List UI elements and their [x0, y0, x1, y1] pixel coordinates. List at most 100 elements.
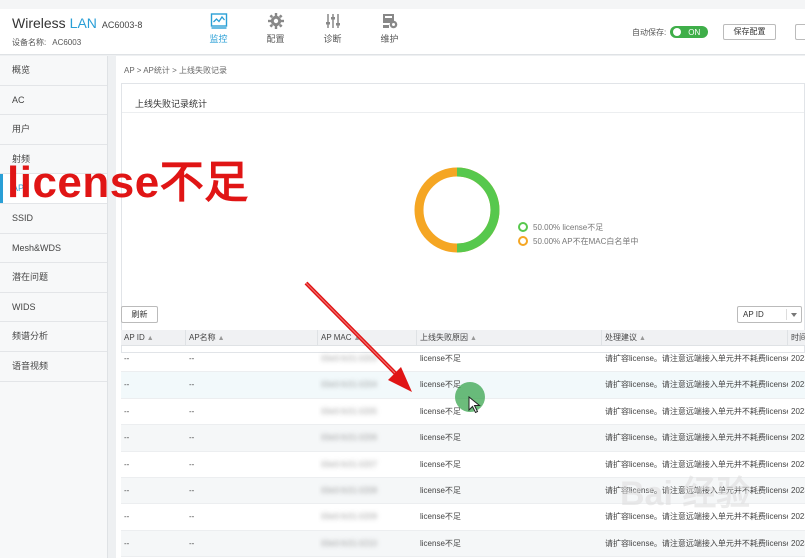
failure-records-table: AP ID ▲ AP名称 ▲ AP MAC ▲ 上线失败原因 ▲ 处理建议 ▲ 时间 --… — [121, 330, 805, 558]
legend-item-license[interactable]: 50.00% license不足 — [518, 220, 638, 234]
sidebar-item-voice-video[interactable]: 语音视频 — [0, 352, 107, 382]
nav-config[interactable]: 配置 — [247, 12, 304, 45]
sidebar-item-potential-issues[interactable]: 潜在问题 — [0, 263, 107, 293]
sidebar-item-users[interactable]: 用户 — [0, 115, 107, 145]
sort-icon: ▲ — [217, 335, 225, 342]
cell-ap-name: -- — [189, 538, 195, 548]
header-extra-button[interactable] — [795, 24, 805, 40]
model-name: AC6003-8 — [101, 20, 143, 30]
watermark: Bai 经验 — [620, 475, 751, 513]
cell-time: 2023 — [791, 538, 805, 548]
brand-lan: LAN — [69, 15, 97, 31]
nav-diagnose-label: 诊断 — [323, 34, 342, 44]
col-ap-mac[interactable]: AP MAC ▲ — [318, 330, 417, 346]
toggle-state: ON — [688, 27, 701, 37]
sidebar-item-ac[interactable]: AC — [0, 86, 107, 116]
failure-stats-panel: 上线失败记录统计 50.00% license不足 50.00% AP不在MAC… — [121, 83, 805, 353]
panel-title: 上线失败记录统计 — [135, 99, 208, 109]
cell-time: 2023 — [791, 380, 805, 390]
cell-time: 2023 — [791, 485, 805, 495]
cell-ap-mac: 00e0-fc01-0210 — [321, 538, 378, 548]
autosave-label: 自动保存: — [632, 27, 667, 37]
cell-advice: 请扩容license。请注意远端接入单元并不耗费license — [605, 354, 788, 363]
cell-advice: 请扩容license。请注意远端接入单元并不耗费license — [605, 380, 788, 390]
cell-ap-name: -- — [189, 459, 195, 469]
save-config-button[interactable]: 保存配置 — [723, 24, 776, 40]
col-ap-id[interactable]: AP ID ▲ — [121, 330, 186, 346]
select-divider — [786, 309, 787, 320]
cell-ap-mac: 00e0-fc01-0203 — [321, 354, 378, 363]
cell-fail-reason: license不足 — [420, 406, 461, 416]
table-row[interactable]: -- -- 00e0-fc01-0210 license不足 请扩容license。请注… — [121, 530, 805, 558]
breadcrumb: AP > AP统计 > 上线失败记录 — [124, 66, 227, 75]
table-row[interactable]: -- -- 00e0-fc01-0203 license不足 请扩容license。请注… — [121, 346, 805, 373]
nav-monitor[interactable]: 监控 — [190, 12, 247, 45]
maintenance-icon — [382, 14, 397, 29]
annotation-text: license不足 — [7, 158, 249, 207]
col-label: AP ID — [124, 333, 145, 342]
nav-maintain[interactable]: 维护 — [361, 12, 418, 45]
cell-time: 2023 — [791, 406, 805, 416]
chart-legend: 50.00% license不足 50.00% AP不在MAC白名单中 — [518, 220, 638, 248]
autosave-control: 自动保存: ON — [632, 26, 709, 38]
table-row[interactable]: -- -- 00e0-fc01-0206 license不足 请扩容license。请注… — [121, 425, 805, 452]
filter-select-value: AP ID — [743, 310, 764, 319]
col-advice[interactable]: 处理建议 ▲ — [602, 330, 788, 346]
col-label: 上线失败原因 — [420, 333, 468, 342]
cell-fail-reason: license不足 — [420, 538, 461, 548]
col-ap-name[interactable]: AP名称 ▲ — [186, 330, 318, 346]
table-body: -- -- 00e0-fc01-0203 license不足 请扩容license。请注… — [121, 346, 805, 558]
panel-divider — [122, 112, 804, 113]
legend-dot-green — [518, 222, 528, 232]
sort-icon: ▲ — [146, 335, 154, 342]
cell-ap-name: -- — [189, 433, 195, 443]
cell-ap-id: -- — [124, 406, 130, 416]
legend-dot-orange — [518, 236, 528, 246]
col-label: AP MAC — [321, 333, 352, 342]
chevron-down-icon — [791, 313, 797, 317]
autosave-toggle[interactable]: ON — [670, 26, 709, 38]
cell-ap-mac: 00e0-fc01-0208 — [321, 485, 378, 495]
sort-icon: ▲ — [639, 335, 646, 342]
col-label: AP名称 — [189, 333, 216, 342]
legend-item-mac-whitelist[interactable]: 50.00% AP不在MAC白名单中 — [518, 234, 638, 248]
cell-time: 2023 — [791, 433, 805, 443]
browser-top-strip — [0, 0, 805, 9]
cell-ap-id: -- — [124, 354, 130, 363]
sidebar-item-overview[interactable]: 概览 — [0, 56, 107, 86]
sidebar-item-spectrum[interactable]: 频谱分析 — [0, 322, 107, 352]
donut-chart — [414, 167, 500, 253]
cell-advice: 请扩容license。请注意远端接入单元并不耗费license — [605, 433, 788, 443]
cell-fail-reason: license不足 — [420, 354, 461, 363]
cell-advice: 请扩容license。请注意远端接入单元并不耗费license — [605, 538, 788, 548]
sidebar-item-wids[interactable]: WIDS — [0, 293, 107, 323]
cell-ap-name: -- — [189, 512, 195, 522]
legend-label: 50.00% AP不在MAC白名单中 — [533, 236, 639, 246]
cell-ap-mac: 00e0-fc01-0209 — [321, 512, 378, 522]
cell-ap-id: -- — [124, 459, 130, 469]
cell-fail-reason: license不足 — [420, 380, 461, 390]
cell-ap-mac: 00e0-fc01-0207 — [321, 459, 378, 469]
sidebar-item-mesh-wds[interactable]: Mesh&WDS — [0, 234, 107, 264]
cell-ap-id: -- — [124, 538, 130, 548]
legend-label: 50.00% license不足 — [533, 222, 604, 232]
cell-ap-mac: 00e0-fc01-0204 — [321, 380, 378, 390]
cell-ap-name: -- — [189, 485, 195, 495]
refresh-button[interactable]: 刷新 — [121, 306, 158, 323]
col-time[interactable]: 时间 — [788, 330, 805, 346]
gear-icon — [267, 13, 284, 29]
filter-select[interactable]: AP ID — [737, 306, 802, 323]
col-fail-reason[interactable]: 上线失败原因 ▲ — [417, 330, 602, 346]
monitor-icon — [210, 13, 227, 29]
main-nav: 监控 配置 诊断 维护 — [190, 12, 418, 45]
device-label: 设备名称: — [12, 38, 47, 47]
device-name: 设备名称: AC6003 — [12, 37, 81, 48]
sidebar: 概览 AC 用户 射频 AP SSID Mesh&WDS 潜在问题 WIDS 频… — [0, 56, 108, 558]
cell-advice: 请扩容license。请注意远端接入单元并不耗费license — [605, 406, 788, 416]
cell-ap-id: -- — [124, 485, 130, 495]
cell-time: 2023 — [791, 512, 805, 522]
nav-maintain-label: 维护 — [380, 34, 399, 44]
nav-diagnose[interactable]: 诊断 — [304, 12, 361, 45]
product-brand: Wireless LAN AC6003-8 — [12, 15, 142, 31]
cell-fail-reason: license不足 — [420, 512, 461, 522]
